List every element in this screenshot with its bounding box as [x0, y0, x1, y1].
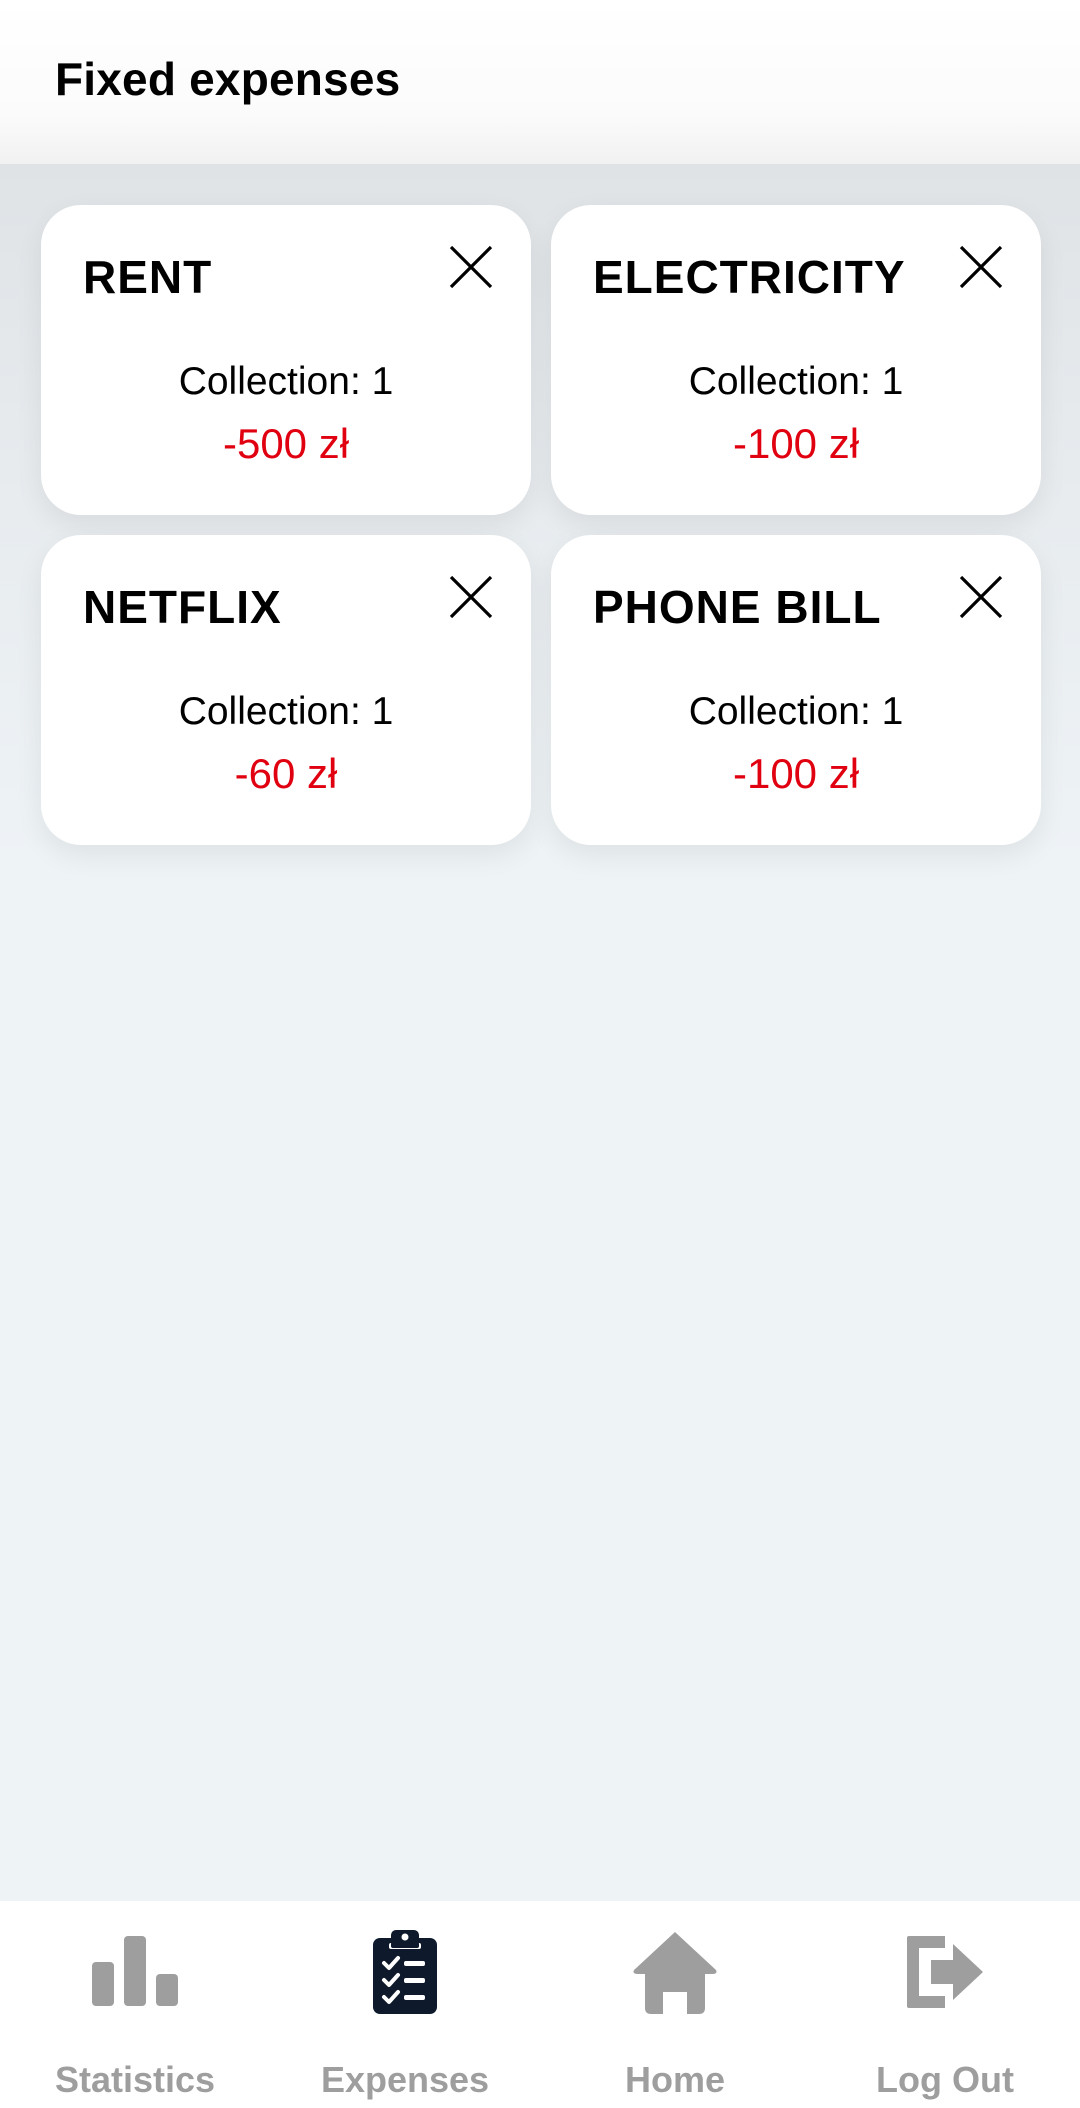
- page-title: Fixed expenses: [55, 53, 401, 105]
- expense-name: NETFLIX: [83, 581, 282, 633]
- logout-icon: [810, 1929, 1080, 2015]
- clipboard-checklist-icon: [270, 1929, 540, 2015]
- close-icon[interactable]: [449, 575, 493, 619]
- nav-item-log-out[interactable]: Log Out: [810, 1901, 1080, 2108]
- expense-card-rent[interactable]: RENT Collection: 1 -500 zł: [41, 205, 531, 515]
- expense-amount: -60 zł: [234, 750, 338, 797]
- nav-item-expenses[interactable]: Expenses: [270, 1901, 540, 2108]
- nav-item-statistics[interactable]: Statistics: [0, 1901, 270, 2108]
- nav-label: Expenses: [320, 2059, 490, 2100]
- close-icon[interactable]: [959, 575, 1003, 619]
- expense-card-electricity[interactable]: ELECTRICITY Collection: 1 -100 zł: [551, 205, 1041, 515]
- expense-name: PHONE BILL: [593, 581, 882, 633]
- header: Fixed expenses: [0, 0, 1080, 164]
- nav-label: Log Out: [876, 2059, 1014, 2100]
- expense-card-netflix[interactable]: NETFLIX Collection: 1 -60 zł: [41, 535, 531, 845]
- expense-amount: -100 zł: [732, 420, 860, 467]
- expense-name: RENT: [83, 251, 213, 303]
- expense-card-grid: RENT Collection: 1 -500 zł ELECTRICITY C…: [41, 205, 1041, 845]
- home-icon: [540, 1929, 810, 2015]
- nav-label: Statistics: [54, 2059, 216, 2100]
- close-icon[interactable]: [959, 245, 1003, 289]
- nav-label: Home: [624, 2059, 726, 2100]
- close-icon[interactable]: [449, 245, 493, 289]
- expense-collection: Collection: 1: [178, 690, 394, 733]
- expense-amount: -100 zł: [732, 750, 860, 797]
- bottom-nav: Statistics Expenses Home Log Out: [0, 1901, 1080, 2108]
- nav-item-home[interactable]: Home: [540, 1901, 810, 2108]
- expense-name: ELECTRICITY: [593, 251, 906, 303]
- expense-amount: -500 zł: [222, 420, 350, 467]
- expense-collection: Collection: 1: [688, 360, 904, 403]
- expense-collection: Collection: 1: [178, 360, 394, 403]
- expense-card-phone-bill[interactable]: PHONE BILL Collection: 1 -100 zł: [551, 535, 1041, 845]
- bar-chart-icon: [0, 1929, 270, 2015]
- expense-collection: Collection: 1: [688, 690, 904, 733]
